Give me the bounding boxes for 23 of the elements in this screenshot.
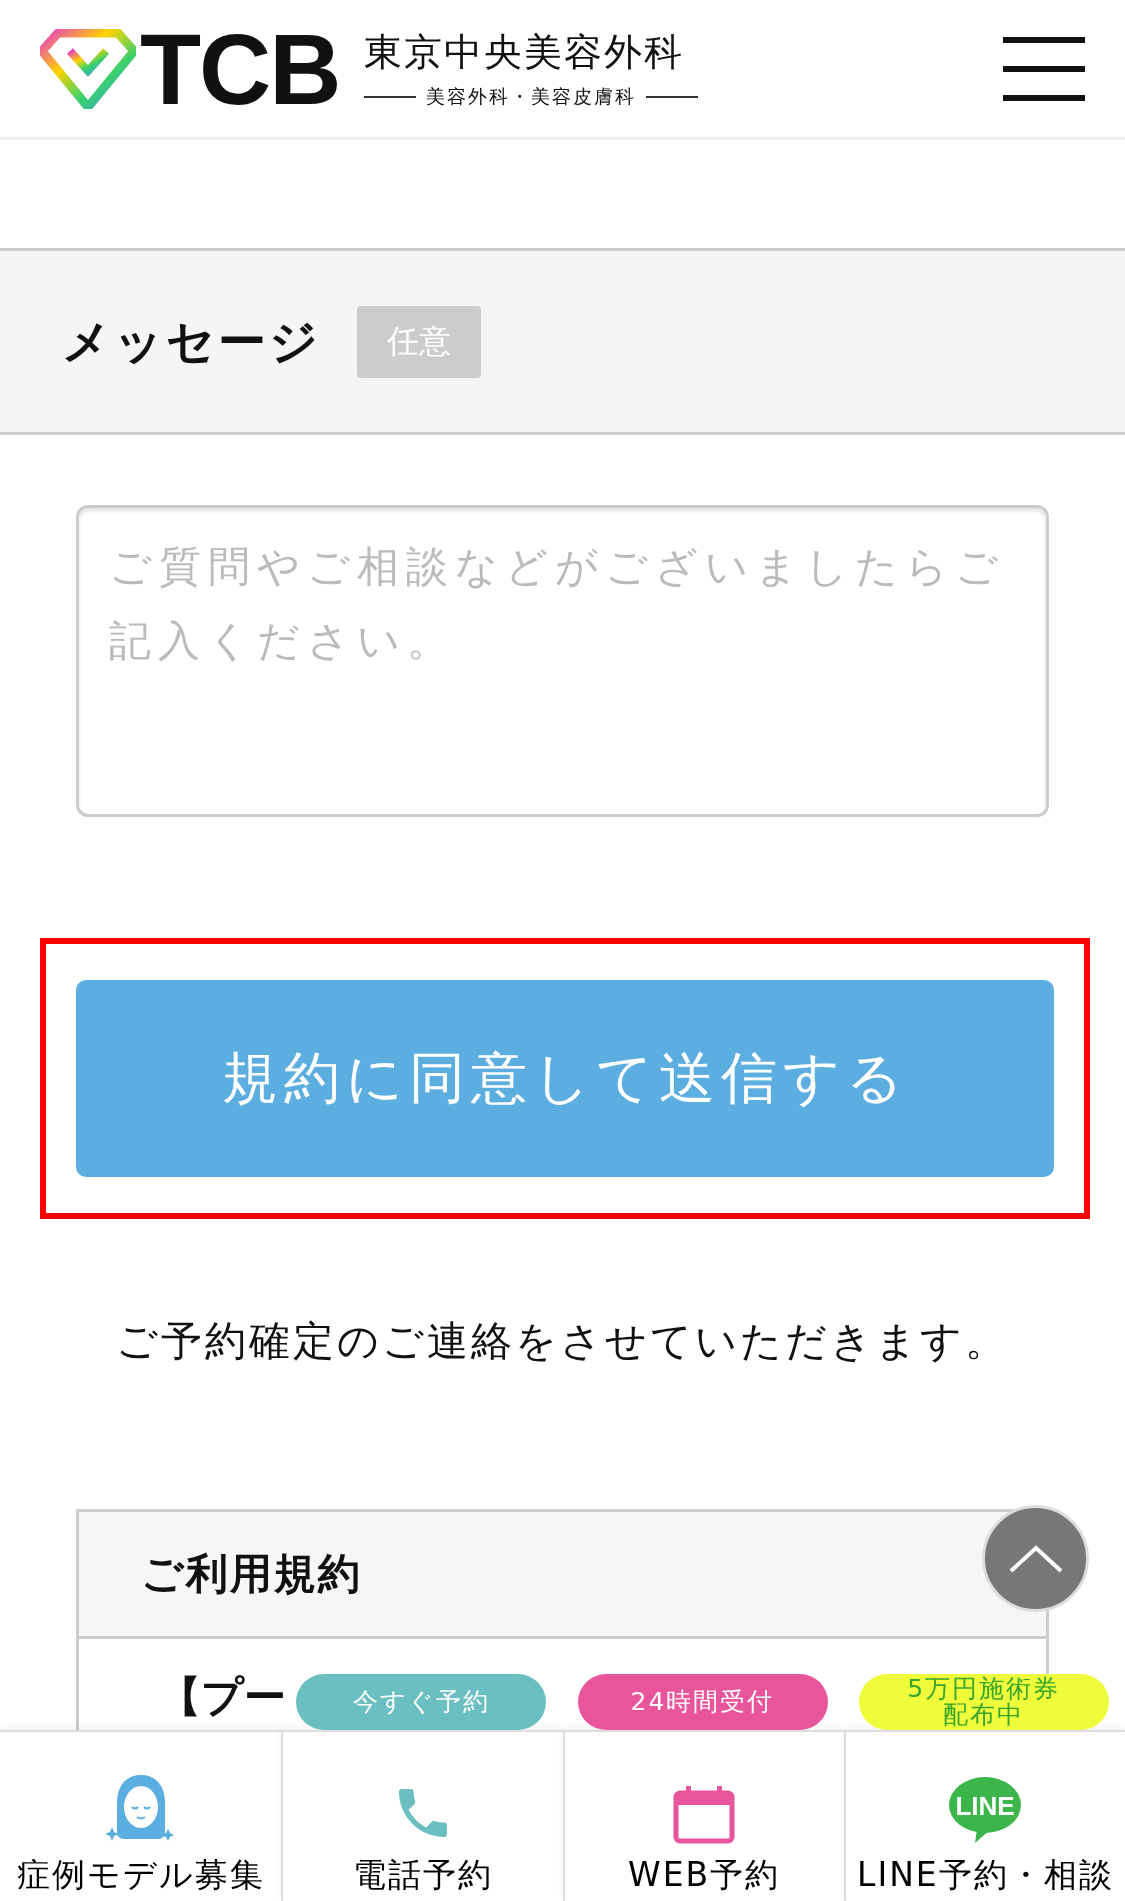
nav-item[interactable]: 症例モデル募集 xyxy=(0,1730,282,1901)
terms-title: ご利用規約 xyxy=(141,1548,362,1600)
menu-button[interactable] xyxy=(1003,36,1085,101)
nav-item[interactable]: LINE LINE予約・相談 xyxy=(843,1730,1125,1901)
nav-item[interactable]: 電話予約 xyxy=(281,1730,563,1901)
nav-badge: 5万円施術券配布中 xyxy=(858,1674,1109,1730)
nav-label: LINE予約・相談 xyxy=(857,1855,1114,1895)
clinic-name: 東京中央美容外科 xyxy=(363,29,685,76)
confirmation-note: ご予約確定のご連絡をさせていただきます。 xyxy=(115,1316,1010,1367)
diamond-logo-icon xyxy=(40,28,136,109)
terms-text: 【プー xyxy=(159,1671,286,1723)
nav-label: 電話予約 xyxy=(352,1855,493,1895)
nav-item[interactable]: WEB予約 xyxy=(562,1730,844,1901)
calendar-icon xyxy=(672,1785,737,1845)
chevron-up-icon xyxy=(1007,1543,1064,1574)
logo-text: TCB xyxy=(140,18,340,119)
nav-badge: 今すぐ予約 xyxy=(296,1674,547,1730)
nav-label: WEB予約 xyxy=(628,1855,781,1895)
nav-badge: 24時間受付 xyxy=(577,1674,828,1730)
message-label: メッセージ xyxy=(62,311,321,371)
nav-label: 症例モデル募集 xyxy=(16,1855,265,1895)
clinic-subtitle: 美容外科・美容皮膚科 xyxy=(425,84,636,109)
message-field[interactable]: ご質問やご相談などがございましたらご記入ください。 xyxy=(76,505,1049,817)
